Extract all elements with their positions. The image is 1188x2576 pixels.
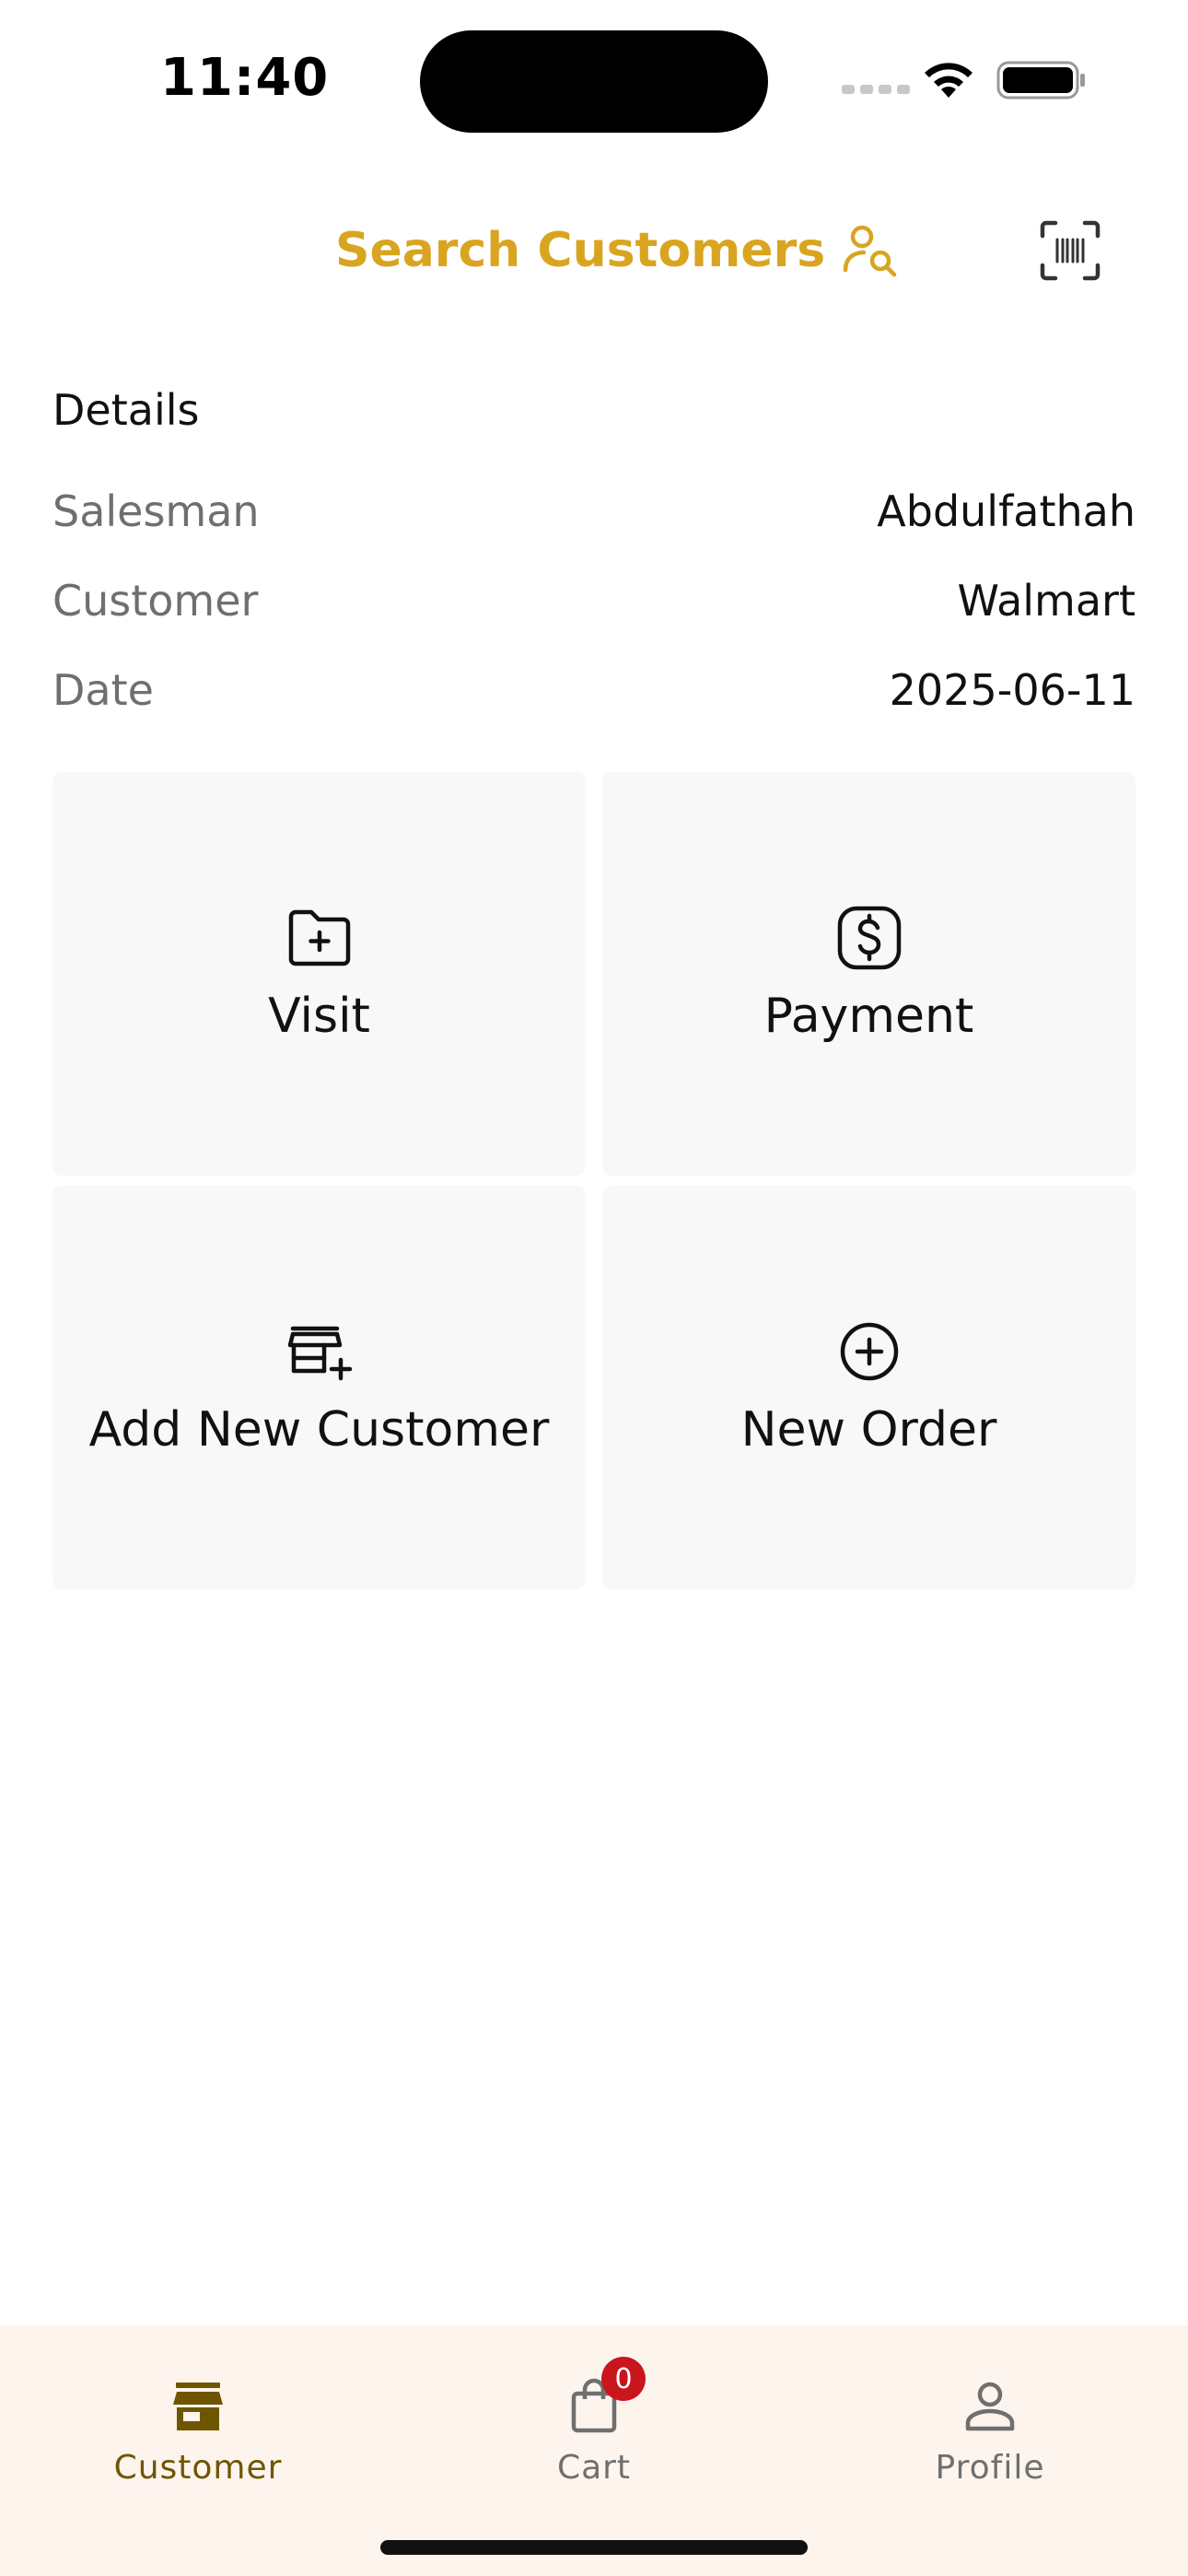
nav-item-customer[interactable]: Customer	[60, 2353, 336, 2491]
cellular-signal-icon	[842, 85, 910, 94]
home-indicator	[380, 2540, 808, 2555]
detail-row-date: Date 2025-06-11	[52, 658, 1136, 722]
status-bar: 11:40	[0, 0, 1188, 157]
screen: 11:40 Search Customers Details Salesman …	[0, 0, 1188, 2576]
dynamic-island	[420, 30, 768, 133]
detail-value: 2025-06-11	[889, 665, 1136, 715]
dollar-icon	[837, 906, 901, 970]
detail-value: Walmart	[957, 576, 1136, 626]
folder-plus-icon	[288, 909, 350, 966]
bottom-navigation: Customer 0 Cart Profile	[0, 2325, 1188, 2576]
app-header: Search Customers	[0, 205, 1188, 297]
add-new-customer-tile[interactable]: Add New Customer	[52, 1186, 586, 1589]
nav-label-customer: Customer	[113, 2449, 283, 2487]
wifi-icon	[925, 63, 973, 98]
payment-label: Payment	[763, 989, 974, 1044]
new-order-tile[interactable]: New Order	[602, 1186, 1136, 1589]
detail-label: Date	[52, 665, 154, 715]
search-customers-label: Search Customers	[335, 223, 826, 278]
detail-label: Salesman	[52, 486, 260, 536]
new-order-label: New Order	[740, 1402, 997, 1458]
user-search-icon	[843, 225, 897, 277]
battery-icon	[996, 61, 1085, 100]
status-time: 11:40	[160, 48, 330, 108]
nav-item-profile[interactable]: Profile	[852, 2353, 1128, 2491]
search-customers-button[interactable]: Search Customers	[335, 218, 899, 283]
store-plus-icon	[287, 1326, 352, 1381]
visit-tile[interactable]: Visit	[52, 772, 586, 1176]
barcode-scan-icon[interactable]	[1039, 219, 1101, 282]
detail-value: Abdulfathah	[877, 486, 1136, 536]
person-icon	[965, 2382, 1015, 2431]
nav-label-profile: Profile	[935, 2449, 1045, 2487]
detail-row-customer: Customer Walmart	[52, 568, 1136, 633]
detail-label: Customer	[52, 576, 259, 626]
nav-item-cart[interactable]: 0 Cart	[456, 2353, 732, 2491]
payment-tile[interactable]: Payment	[602, 772, 1136, 1176]
plus-circle-icon	[840, 1322, 898, 1381]
nav-label-cart: Cart	[556, 2449, 632, 2487]
cart-badge: 0	[601, 2357, 646, 2401]
store-icon	[173, 2383, 223, 2430]
visit-label: Visit	[268, 989, 370, 1044]
details-heading: Details	[52, 385, 200, 435]
detail-row-salesman: Salesman Abdulfathah	[52, 479, 1136, 544]
add-new-customer-label: Add New Customer	[88, 1402, 550, 1458]
